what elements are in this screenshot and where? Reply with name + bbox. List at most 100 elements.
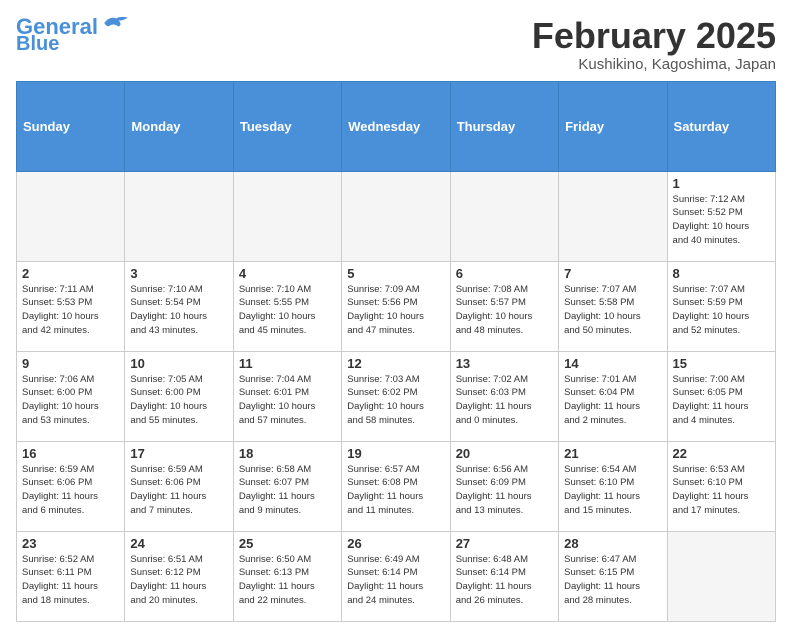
day-number: 9: [22, 356, 119, 371]
calendar-cell: 25Sunrise: 6:50 AMSunset: 6:13 PMDayligh…: [233, 531, 341, 621]
calendar-cell: [233, 171, 341, 261]
calendar-cell: 15 Sunrise: 7:00 AMSunset: 6:05 PMDayligh…: [667, 351, 775, 441]
calendar-cell: 23Sunrise: 6:52 AMSunset: 6:11 PMDayligh…: [17, 531, 125, 621]
day-number: 16: [22, 446, 119, 461]
day-info: Sunrise: 7:01 AMSunset: 6:04 PMDaylight:…: [564, 373, 661, 428]
weekday-friday: Friday: [559, 81, 667, 171]
calendar-week-2: 9Sunrise: 7:06 AMSunset: 6:00 PMDaylight…: [17, 351, 776, 441]
calendar-cell: 8 Sunrise: 7:07 AMSunset: 5:59 PMDaylight…: [667, 261, 775, 351]
day-number: 7: [564, 266, 661, 281]
day-number: 13: [456, 356, 553, 371]
calendar-cell: 21Sunrise: 6:54 AMSunset: 6:10 PMDayligh…: [559, 441, 667, 531]
calendar-cell: [667, 531, 775, 621]
calendar-cell: [450, 171, 558, 261]
day-number: 4: [239, 266, 336, 281]
calendar-cell: 20 Sunrise: 6:56 AMSunset: 6:09 PMDayligh…: [450, 441, 558, 531]
calendar-cell: [125, 171, 233, 261]
calendar-cell: 3Sunrise: 7:10 AMSunset: 5:54 PMDaylight…: [125, 261, 233, 351]
calendar-cell: [559, 171, 667, 261]
day-info: Sunrise: 7:07 AMSunset: 5:58 PMDaylight:…: [564, 283, 661, 338]
calendar-body: 1 Sunrise: 7:12 AMSunset: 5:52 PMDaylight…: [17, 171, 776, 621]
page-header: General Blue February 2025 Kushikino, Ka…: [16, 16, 776, 73]
weekday-wednesday: Wednesday: [342, 81, 450, 171]
day-number: 17: [130, 446, 227, 461]
day-info: Sunrise: 6:57 AMSunset: 6:08 PMDaylight:…: [347, 463, 444, 518]
day-number: 11: [239, 356, 336, 371]
day-number: 2: [22, 266, 119, 281]
day-info: Sunrise: 6:59 AMSunset: 6:06 PMDaylight:…: [130, 463, 227, 518]
day-number: 6: [456, 266, 553, 281]
weekday-tuesday: Tuesday: [233, 81, 341, 171]
day-info: Sunrise: 6:56 AMSunset: 6:09 PMDaylight:…: [456, 463, 553, 518]
day-info: Sunrise: 7:02 AMSunset: 6:03 PMDaylight:…: [456, 373, 553, 428]
calendar-cell: [17, 171, 125, 261]
calendar-cell: 2 Sunrise: 7:11 AMSunset: 5:53 PMDaylight…: [17, 261, 125, 351]
calendar-cell: 4 Sunrise: 7:10 AMSunset: 5:55 PMDaylight…: [233, 261, 341, 351]
calendar-cell: 18Sunrise: 6:58 AMSunset: 6:07 PMDayligh…: [233, 441, 341, 531]
day-info: Sunrise: 7:09 AMSunset: 5:56 PMDaylight:…: [347, 283, 444, 338]
calendar-cell: 28 Sunrise: 6:47 AMSunset: 6:15 PMDayligh…: [559, 531, 667, 621]
day-number: 14: [564, 356, 661, 371]
title-block: February 2025 Kushikino, Kagoshima, Japa…: [532, 16, 776, 73]
day-info: Sunrise: 6:53 AMSunset: 6:10 PMDaylight:…: [673, 463, 770, 518]
logo-blue-text: Blue: [16, 34, 59, 54]
day-info: Sunrise: 7:10 AMSunset: 5:55 PMDaylight:…: [239, 283, 336, 338]
day-info: Sunrise: 7:00 AMSunset: 6:05 PMDaylight:…: [673, 373, 770, 428]
day-info: Sunrise: 7:04 AMSunset: 6:01 PMDaylight:…: [239, 373, 336, 428]
calendar-cell: 26 Sunrise: 6:49 AMSunset: 6:14 PMDayligh…: [342, 531, 450, 621]
calendar-cell: 7 Sunrise: 7:07 AMSunset: 5:58 PMDaylight…: [559, 261, 667, 351]
calendar-week-4: 23Sunrise: 6:52 AMSunset: 6:11 PMDayligh…: [17, 531, 776, 621]
day-info: Sunrise: 7:03 AMSunset: 6:02 PMDaylight:…: [347, 373, 444, 428]
day-number: 21: [564, 446, 661, 461]
calendar-cell: [342, 171, 450, 261]
weekday-header-row: SundayMondayTuesdayWednesdayThursdayFrid…: [17, 81, 776, 171]
day-number: 12: [347, 356, 444, 371]
day-number: 25: [239, 536, 336, 551]
day-info: Sunrise: 6:49 AMSunset: 6:14 PMDaylight:…: [347, 553, 444, 608]
day-number: 22: [673, 446, 770, 461]
day-info: Sunrise: 7:12 AMSunset: 5:52 PMDaylight:…: [673, 193, 770, 248]
day-info: Sunrise: 6:51 AMSunset: 6:12 PMDaylight:…: [130, 553, 227, 608]
day-number: 27: [456, 536, 553, 551]
calendar-cell: 24 Sunrise: 6:51 AMSunset: 6:12 PMDayligh…: [125, 531, 233, 621]
calendar-cell: 5 Sunrise: 7:09 AMSunset: 5:56 PMDaylight…: [342, 261, 450, 351]
calendar-cell: 11 Sunrise: 7:04 AMSunset: 6:01 PMDayligh…: [233, 351, 341, 441]
calendar-cell: 16 Sunrise: 6:59 AMSunset: 6:06 PMDayligh…: [17, 441, 125, 531]
day-info: Sunrise: 7:08 AMSunset: 5:57 PMDaylight:…: [456, 283, 553, 338]
day-info: Sunrise: 7:11 AMSunset: 5:53 PMDaylight:…: [22, 283, 119, 338]
day-number: 8: [673, 266, 770, 281]
day-info: Sunrise: 7:05 AMSunset: 6:00 PMDaylight:…: [130, 373, 227, 428]
day-number: 1: [673, 176, 770, 191]
day-info: Sunrise: 6:58 AMSunset: 6:07 PMDaylight:…: [239, 463, 336, 518]
calendar-cell: 10 Sunrise: 7:05 AMSunset: 6:00 PMDayligh…: [125, 351, 233, 441]
day-number: 15: [673, 356, 770, 371]
calendar-week-1: 2 Sunrise: 7:11 AMSunset: 5:53 PMDaylight…: [17, 261, 776, 351]
calendar-week-0: 1 Sunrise: 7:12 AMSunset: 5:52 PMDaylight…: [17, 171, 776, 261]
logo-bird-icon: [102, 14, 130, 32]
day-info: Sunrise: 7:07 AMSunset: 5:59 PMDaylight:…: [673, 283, 770, 338]
calendar-cell: 27 Sunrise: 6:48 AMSunset: 6:14 PMDayligh…: [450, 531, 558, 621]
day-number: 20: [456, 446, 553, 461]
month-title: February 2025: [532, 16, 776, 56]
day-number: 26: [347, 536, 444, 551]
calendar-cell: 1 Sunrise: 7:12 AMSunset: 5:52 PMDaylight…: [667, 171, 775, 261]
day-number: 19: [347, 446, 444, 461]
calendar-cell: 14 Sunrise: 7:01 AMSunset: 6:04 PMDayligh…: [559, 351, 667, 441]
day-number: 10: [130, 356, 227, 371]
weekday-thursday: Thursday: [450, 81, 558, 171]
calendar-cell: 19 Sunrise: 6:57 AMSunset: 6:08 PMDayligh…: [342, 441, 450, 531]
calendar-cell: 6 Sunrise: 7:08 AMSunset: 5:57 PMDaylight…: [450, 261, 558, 351]
day-info: Sunrise: 6:47 AMSunset: 6:15 PMDaylight:…: [564, 553, 661, 608]
logo: General Blue: [16, 16, 130, 54]
weekday-saturday: Saturday: [667, 81, 775, 171]
day-number: 23: [22, 536, 119, 551]
day-number: 24: [130, 536, 227, 551]
day-number: 5: [347, 266, 444, 281]
day-number: 28: [564, 536, 661, 551]
calendar-cell: 17 Sunrise: 6:59 AMSunset: 6:06 PMDayligh…: [125, 441, 233, 531]
location: Kushikino, Kagoshima, Japan: [532, 56, 776, 73]
calendar-cell: 22 Sunrise: 6:53 AMSunset: 6:10 PMDayligh…: [667, 441, 775, 531]
day-info: Sunrise: 6:59 AMSunset: 6:06 PMDaylight:…: [22, 463, 119, 518]
day-info: Sunrise: 6:48 AMSunset: 6:14 PMDaylight:…: [456, 553, 553, 608]
calendar-cell: 9Sunrise: 7:06 AMSunset: 6:00 PMDaylight…: [17, 351, 125, 441]
